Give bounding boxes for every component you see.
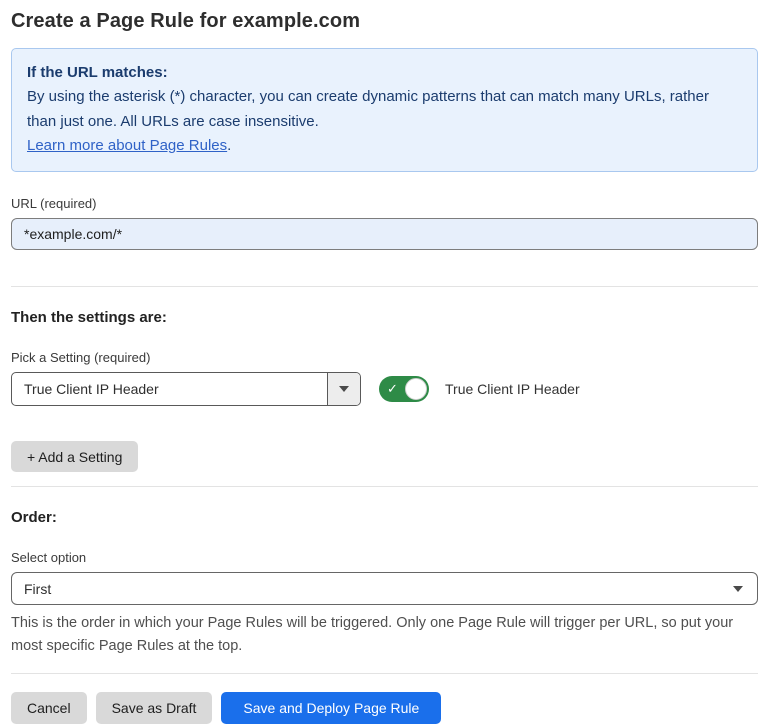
order-select[interactable]: First <box>11 572 758 605</box>
info-box-body: By using the asterisk (*) character, you… <box>27 85 742 134</box>
setting-select-value: True Client IP Header <box>12 373 327 405</box>
divider <box>11 673 758 674</box>
chevron-down-icon <box>733 586 743 592</box>
setting-select[interactable]: True Client IP Header <box>11 372 361 406</box>
link-suffix: . <box>227 137 231 154</box>
check-icon: ✓ <box>387 382 398 395</box>
chevron-down-icon <box>339 386 349 392</box>
learn-more-link[interactable]: Learn more about Page Rules <box>27 137 227 154</box>
add-setting-button[interactable]: + Add a Setting <box>11 441 138 472</box>
page-title: Create a Page Rule for example.com <box>11 10 758 33</box>
true-client-ip-toggle[interactable]: ✓ <box>379 376 429 402</box>
divider <box>11 486 758 487</box>
toggle-knob <box>405 378 427 400</box>
setting-select-arrow-button[interactable] <box>327 373 360 405</box>
divider <box>11 286 758 287</box>
url-field-label: URL (required) <box>11 196 758 211</box>
setting-picker-label: Pick a Setting (required) <box>11 350 758 365</box>
info-box-link-row: Learn more about Page Rules. <box>27 134 742 158</box>
url-field-group: URL (required) <box>11 196 758 250</box>
cancel-button[interactable]: Cancel <box>11 692 87 724</box>
toggle-label: True Client IP Header <box>445 381 580 397</box>
setting-picker-group: Pick a Setting (required) True Client IP… <box>11 350 758 406</box>
order-select-label: Select option <box>11 550 758 565</box>
footer-actions: Cancel Save as Draft Save and Deploy Pag… <box>11 692 758 724</box>
settings-section-heading: Then the settings are: <box>11 309 758 326</box>
setting-toggle-group: ✓ True Client IP Header <box>379 376 580 402</box>
setting-row: True Client IP Header ✓ True Client IP H… <box>11 372 758 406</box>
save-as-draft-button[interactable]: Save as Draft <box>96 692 213 724</box>
url-input[interactable] <box>11 218 758 250</box>
info-box-heading: If the URL matches: <box>27 61 742 85</box>
order-section-heading: Order: <box>11 509 758 526</box>
create-page-rule-form: Create a Page Rule for example.com If th… <box>0 0 769 724</box>
url-matches-info-box: If the URL matches: By using the asteris… <box>11 48 758 172</box>
order-select-value: First <box>24 581 733 597</box>
order-help-text: This is the order in which your Page Rul… <box>11 612 756 657</box>
order-select-group: Select option First This is the order in… <box>11 550 758 657</box>
save-and-deploy-button[interactable]: Save and Deploy Page Rule <box>221 692 441 724</box>
